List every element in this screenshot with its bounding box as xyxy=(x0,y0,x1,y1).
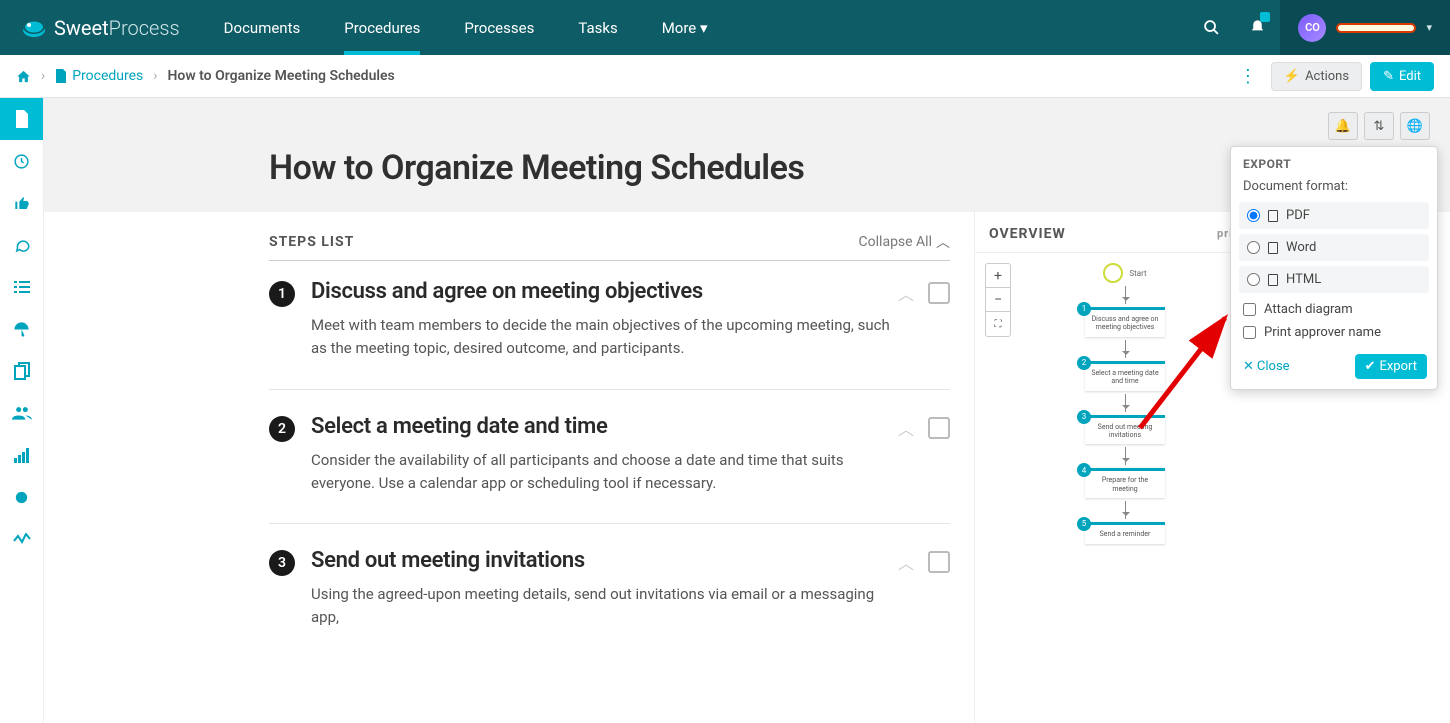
brand-logo[interactable]: SweetProcess xyxy=(0,16,202,40)
actions-button[interactable]: ⚡Actions xyxy=(1271,62,1362,91)
globe-icon[interactable]: 🌐 xyxy=(1400,112,1430,140)
step-item: 3 Send out meeting invitations Using the… xyxy=(269,548,950,658)
nav-tasks[interactable]: Tasks xyxy=(556,0,639,55)
step-number: 2 xyxy=(269,416,295,442)
chevron-down-icon: ▾ xyxy=(1426,21,1432,34)
flowchart: Start 1Discuss and agree on meeting obje… xyxy=(1085,263,1165,544)
steps-column: STEPS LIST Collapse All︿ 1 Discuss and a… xyxy=(44,212,974,723)
file-icon xyxy=(1268,274,1278,286)
breadcrumb-procedures[interactable]: Procedures xyxy=(55,68,143,84)
rail-activity-icon[interactable] xyxy=(0,518,43,560)
more-menu-icon[interactable]: ⋮ xyxy=(1233,66,1263,87)
zoom-out-button[interactable]: − xyxy=(986,288,1010,312)
avatar: CO xyxy=(1298,14,1326,42)
rail-gear-icon[interactable] xyxy=(0,476,43,518)
step-checkbox[interactable] xyxy=(928,282,950,304)
format-option-pdf[interactable]: PDF xyxy=(1239,202,1429,229)
close-icon: ✕ xyxy=(1243,359,1254,374)
notify-icon[interactable]: 🔔 xyxy=(1328,112,1358,140)
flow-start-label: Start xyxy=(1129,269,1146,278)
home-icon[interactable] xyxy=(16,69,31,84)
breadcrumb: › Procedures › How to Organize Meeting S… xyxy=(16,68,395,84)
rail-stats-icon[interactable] xyxy=(0,434,43,476)
bolt-icon: ⚡ xyxy=(1284,69,1300,84)
search-icon[interactable] xyxy=(1188,0,1234,55)
flow-node[interactable]: 2Select a meeting date and time xyxy=(1085,361,1165,391)
steps-list-heading: STEPS LIST xyxy=(269,234,354,250)
rail-list-icon[interactable] xyxy=(0,266,43,308)
file-icon xyxy=(1268,242,1278,254)
flow-node[interactable]: 3Send out meeting invitations xyxy=(1085,415,1165,445)
step-title: Select a meeting date and time xyxy=(311,414,890,439)
format-option-html[interactable]: HTML xyxy=(1239,266,1429,293)
step-desc: Meet with team members to decide the mai… xyxy=(311,314,890,361)
zoom-controls: + − ⛶ xyxy=(985,263,1011,337)
nav-right: CO ▾ xyxy=(1188,0,1450,55)
print-approver-checkbox[interactable]: Print approver name xyxy=(1231,321,1437,344)
user-menu[interactable]: CO ▾ xyxy=(1280,0,1450,55)
chevron-up-icon: ︿ xyxy=(936,232,950,252)
step-title: Discuss and agree on meeting objectives xyxy=(311,279,890,304)
nav-procedures[interactable]: Procedures xyxy=(322,0,442,55)
step-desc: Consider the availability of all partici… xyxy=(311,449,890,496)
nav-documents[interactable]: Documents xyxy=(202,0,323,55)
sort-icon[interactable]: ⇅ xyxy=(1364,112,1394,140)
nav-items: Documents Procedures Processes Tasks Mor… xyxy=(202,0,730,55)
rail-thumbs-up-icon[interactable] xyxy=(0,182,43,224)
left-rail xyxy=(0,98,44,723)
check-icon: ✔ xyxy=(1365,359,1376,374)
export-button[interactable]: ✔Export xyxy=(1355,354,1427,379)
breadcrumb-current: How to Organize Meeting Schedules xyxy=(168,68,395,84)
step-checkbox[interactable] xyxy=(928,551,950,573)
flow-node[interactable]: 1Discuss and agree on meeting objectives xyxy=(1085,307,1165,337)
user-name-redacted xyxy=(1336,23,1416,33)
format-option-word[interactable]: Word xyxy=(1239,234,1429,261)
step-checkbox[interactable] xyxy=(928,417,950,439)
attach-diagram-checkbox[interactable]: Attach diagram xyxy=(1231,298,1437,321)
step-desc: Using the agreed-upon meeting details, s… xyxy=(311,583,890,630)
export-popover: EXPORT Document format: PDF Word HTML At… xyxy=(1230,146,1438,390)
nav-more[interactable]: More ▾ xyxy=(640,0,730,55)
zoom-in-button[interactable]: + xyxy=(986,264,1010,288)
file-icon xyxy=(1268,210,1278,222)
export-format-label: Document format: xyxy=(1231,179,1437,202)
collapse-all-button[interactable]: Collapse All︿ xyxy=(859,232,950,252)
breadcrumb-sep: › xyxy=(153,68,157,84)
step-number: 1 xyxy=(269,281,295,307)
collapse-step-icon[interactable]: ︿ xyxy=(898,281,914,305)
edit-button[interactable]: ✎Edit xyxy=(1370,62,1434,91)
overview-heading: OVERVIEW xyxy=(989,226,1066,242)
step-number: 3 xyxy=(269,550,295,576)
breadcrumb-sep: › xyxy=(41,68,45,84)
collapse-step-icon[interactable]: ︿ xyxy=(898,416,914,440)
rail-umbrella-icon[interactable] xyxy=(0,308,43,350)
rail-document-icon[interactable] xyxy=(0,98,43,140)
collapse-step-icon[interactable]: ︿ xyxy=(898,550,914,574)
step-item: 1 Discuss and agree on meeting objective… xyxy=(269,279,950,390)
nav-processes[interactable]: Processes xyxy=(442,0,556,55)
flow-node[interactable]: 5Send a reminder xyxy=(1085,522,1165,543)
rail-copy-icon[interactable] xyxy=(0,350,43,392)
page-title: How to Organize Meeting Schedules xyxy=(269,148,1169,188)
chevron-down-icon: ▾ xyxy=(700,19,708,37)
step-title: Send out meeting invitations xyxy=(311,548,890,573)
logo-icon xyxy=(22,18,46,38)
zoom-fit-button[interactable]: ⛶ xyxy=(986,312,1010,336)
bell-icon[interactable] xyxy=(1234,0,1280,55)
brand-part1: Sweet xyxy=(54,16,109,40)
brand-part2: Process xyxy=(109,16,180,40)
flow-start-icon xyxy=(1103,263,1123,283)
breadcrumb-bar: › Procedures › How to Organize Meeting S… xyxy=(0,55,1450,98)
main-area: 🔔 ⇅ 🌐 How to Organize Meeting Schedules … xyxy=(44,98,1450,723)
export-title: EXPORT xyxy=(1231,147,1437,179)
rail-users-icon[interactable] xyxy=(0,392,43,434)
step-item: 2 Select a meeting date and time Conside… xyxy=(269,414,950,525)
edit-icon: ✎ xyxy=(1383,69,1394,84)
flow-node[interactable]: 4Prepare for the meeting xyxy=(1085,468,1165,498)
rail-history-icon[interactable] xyxy=(0,140,43,182)
close-button[interactable]: ✕Close xyxy=(1243,359,1290,374)
top-nav: SweetProcess Documents Procedures Proces… xyxy=(0,0,1450,55)
rail-chat-icon[interactable] xyxy=(0,224,43,266)
